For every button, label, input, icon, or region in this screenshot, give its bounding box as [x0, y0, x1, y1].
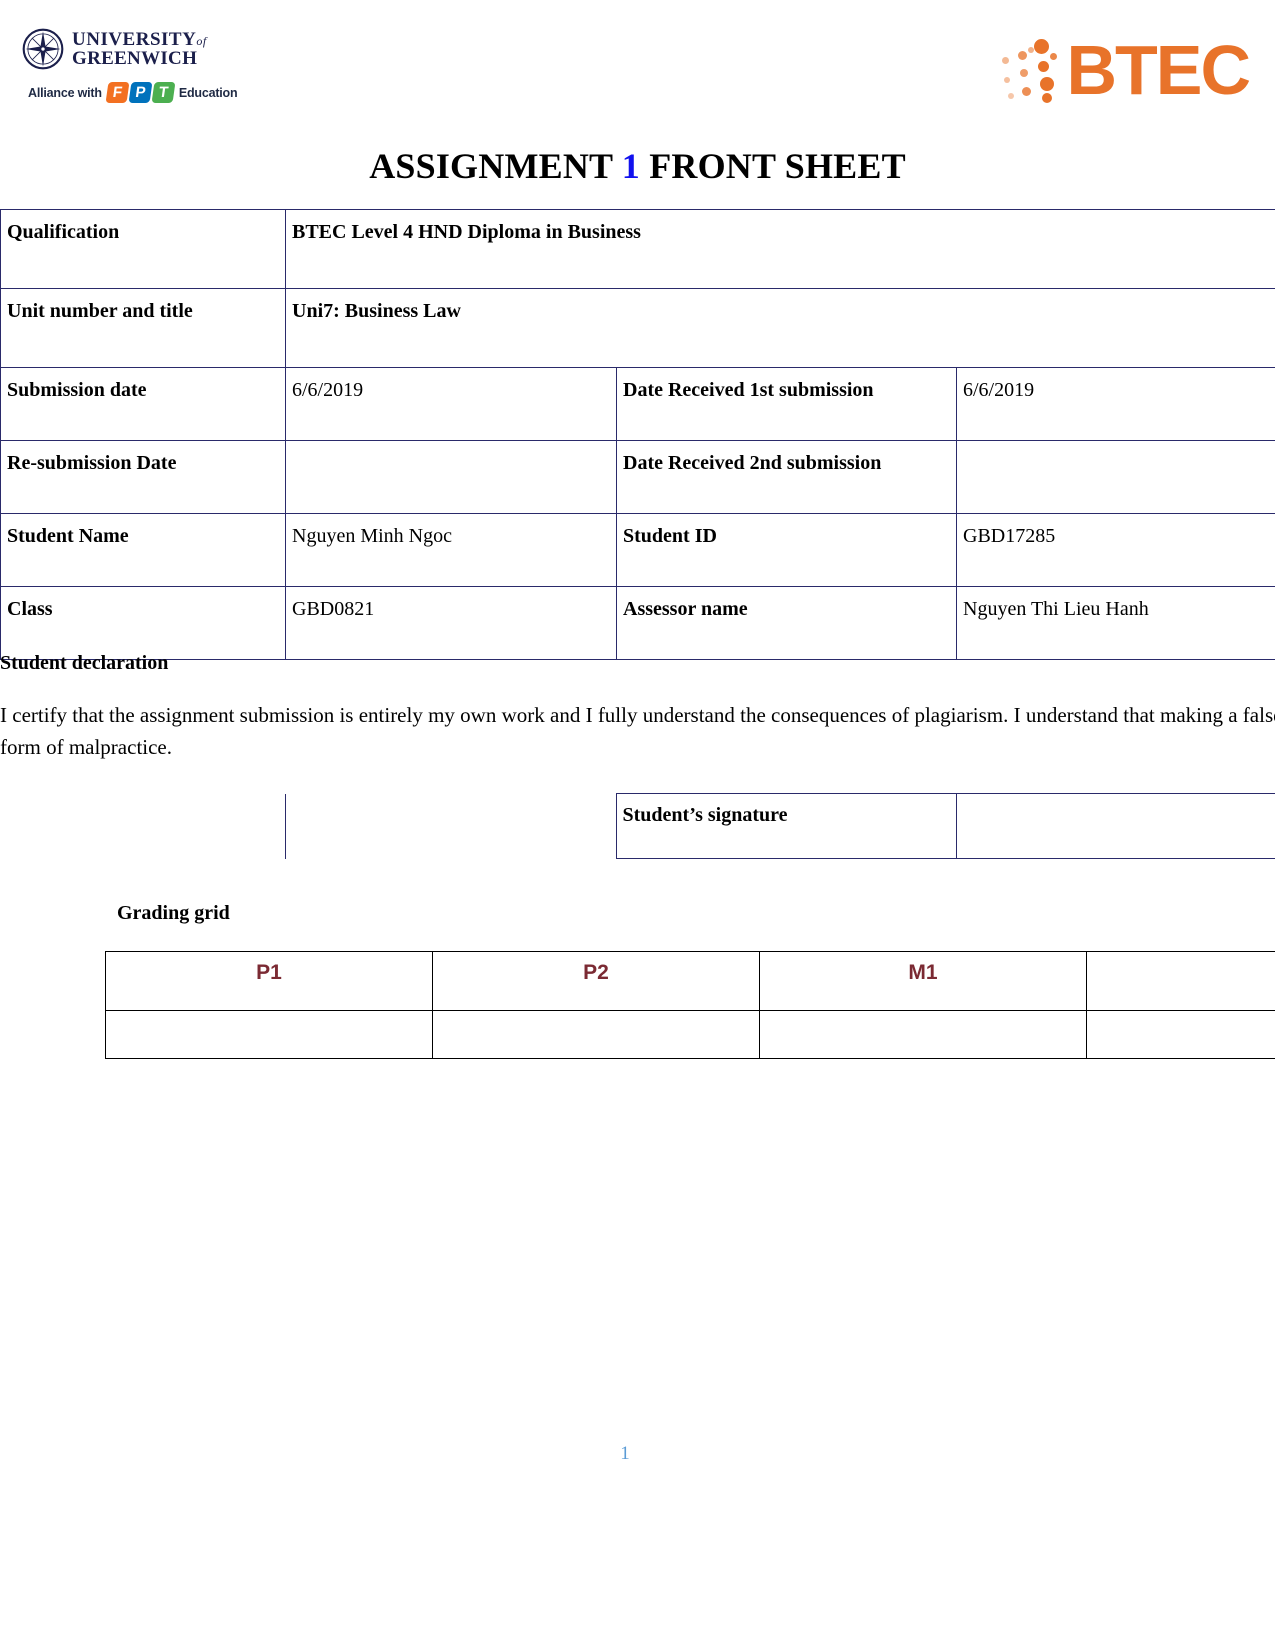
qualification-value: BTEC Level 4 HND Diploma in Business	[285, 209, 1275, 289]
table-row-submission-date: Submission date 6/6/2019 Date Received 1…	[0, 367, 1275, 441]
grading-grid-value-p1[interactable]	[105, 1010, 433, 1059]
student-name-value: Nguyen Minh Ngoc	[285, 513, 617, 587]
unit-label: Unit number and title	[0, 288, 286, 368]
grading-grid-column-4	[1086, 951, 1275, 1011]
grading-grid-header-row: P1 P2 M1	[105, 951, 1275, 1011]
student-name-label: Student Name	[0, 513, 286, 587]
fpt-letter-t: T	[151, 82, 176, 103]
university-of-greenwich-logo: UNIVERSITYof GREENWICH Alliance with F P…	[22, 28, 262, 120]
student-declaration-text: I certify that the assignment submission…	[0, 703, 1275, 759]
assignment-info-table: Qualification BTEC Level 4 HND Diploma i…	[0, 209, 1275, 660]
uog-line-1: UNIVERSITYof	[72, 30, 207, 49]
fpt-suffix-text: Education	[178, 85, 238, 100]
student-signature-field[interactable]	[955, 793, 1275, 859]
uog-university-text: UNIVERSITY	[72, 29, 197, 50]
resubmission-date-label: Re-submission Date	[0, 440, 286, 514]
fpt-letter-f: F	[105, 82, 130, 103]
student-signature-label: Student’s signature	[615, 793, 957, 859]
assignment-front-sheet-page: UNIVERSITYof GREENWICH Alliance with F P…	[0, 0, 1275, 1651]
student-signature-table: Student’s signature	[0, 793, 1275, 859]
title-after-text: FRONT SHEET	[640, 146, 906, 186]
title-assignment-number: 1	[621, 146, 640, 186]
btec-wordmark: BTEC	[1066, 31, 1251, 109]
grading-grid-value-row	[105, 1010, 1275, 1059]
grading-grid-value-4[interactable]	[1086, 1010, 1275, 1059]
submission-date-value: 6/6/2019	[285, 367, 617, 441]
uog-line-2: GREENWICH	[72, 48, 198, 69]
uog-wordmark: UNIVERSITYof GREENWICH	[72, 30, 207, 68]
student-id-value: GBD17285	[956, 513, 1275, 587]
qualification-label: Qualification	[0, 209, 286, 289]
unit-value: Uni7: Business Law	[285, 288, 1275, 368]
assessor-name-value: Nguyen Thi Lieu Hanh	[956, 586, 1275, 660]
date-received-2nd-value	[956, 440, 1275, 514]
grading-grid-table: P1 P2 M1	[105, 951, 1275, 1059]
class-value: GBD0821	[285, 586, 617, 660]
table-row-qualification: Qualification BTEC Level 4 HND Diploma i…	[0, 209, 1275, 289]
grading-grid-column-p1: P1	[105, 951, 433, 1011]
student-id-label: Student ID	[616, 513, 957, 587]
table-row-signature: Student’s signature	[0, 793, 1275, 859]
resubmission-date-value	[285, 440, 617, 514]
compass-rose-icon	[22, 28, 64, 70]
assessor-name-label: Assessor name	[616, 586, 957, 660]
signature-spacer-cell-1	[0, 793, 286, 859]
table-row-student-name: Student Name Nguyen Minh Ngoc Student ID…	[0, 513, 1275, 587]
table-row-class: Class GBD0821 Assessor name Nguyen Thi L…	[0, 586, 1275, 660]
page-number: 1	[620, 1443, 630, 1464]
grading-grid-heading: Grading grid	[117, 902, 230, 924]
fpt-prefix-text: Alliance with	[28, 85, 102, 100]
class-label: Class	[0, 586, 286, 660]
table-row-resubmission-date: Re-submission Date Date Received 2nd sub…	[0, 440, 1275, 514]
student-declaration-heading: Student declaration	[0, 652, 169, 674]
signature-spacer-cell-2	[285, 793, 617, 859]
uog-logo-row: UNIVERSITYof GREENWICH	[22, 28, 262, 70]
btec-dot-cluster-icon	[990, 31, 1064, 109]
date-received-1st-label: Date Received 1st submission	[616, 367, 957, 441]
grading-grid-column-m1: M1	[759, 951, 1087, 1011]
uog-of-text: of	[196, 34, 207, 48]
page-title: ASSIGNMENT 1 FRONT SHEET	[0, 145, 1275, 187]
grading-grid-value-p2[interactable]	[432, 1010, 760, 1059]
table-row-unit: Unit number and title Uni7: Business Law	[0, 288, 1275, 368]
fpt-letter-tiles: F P T	[105, 82, 176, 103]
date-received-1st-value: 6/6/2019	[956, 367, 1275, 441]
grading-grid-value-m1[interactable]	[759, 1010, 1087, 1059]
title-before-text: ASSIGNMENT	[369, 146, 622, 186]
submission-date-label: Submission date	[0, 367, 286, 441]
grading-grid-column-p2: P2	[432, 951, 760, 1011]
btec-logo: BTEC	[990, 22, 1251, 118]
date-received-2nd-label: Date Received 2nd submission	[616, 440, 957, 514]
fpt-letter-p: P	[128, 82, 153, 103]
fpt-alliance-logo: Alliance with F P T Education	[22, 82, 262, 103]
